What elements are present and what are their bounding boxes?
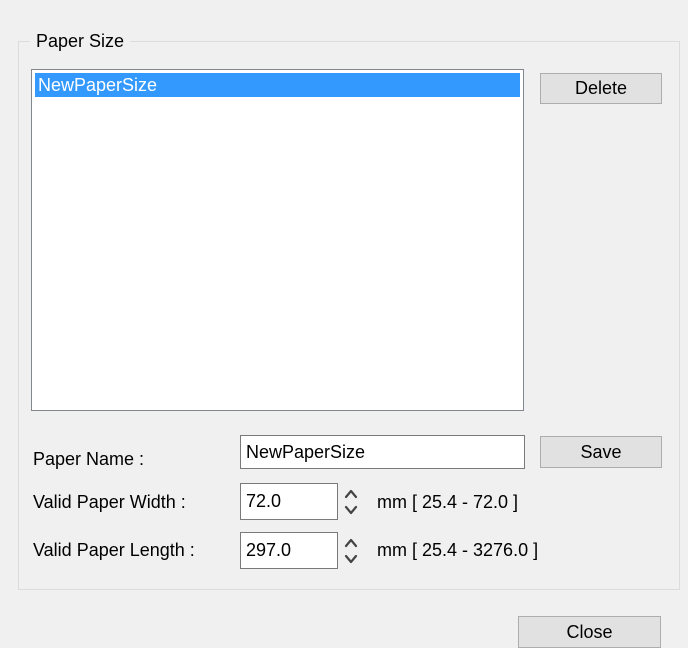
spin-down-icon[interactable] — [343, 551, 359, 567]
spin-down-icon[interactable] — [343, 502, 359, 518]
save-button[interactable]: Save — [540, 436, 662, 468]
close-button[interactable]: Close — [518, 616, 661, 648]
spin-up-icon[interactable] — [343, 535, 359, 551]
paper-size-group-title: Paper Size — [30, 31, 131, 51]
list-item[interactable]: NewPaperSize — [35, 73, 520, 97]
paper-width-range: mm [ 25.4 - 72.0 ] — [377, 492, 519, 512]
paper-size-list[interactable]: NewPaperSize — [31, 69, 524, 411]
paper-name-label: Paper Name : — [33, 449, 145, 469]
paper-name-input[interactable] — [240, 435, 525, 469]
paper-length-label: Valid Paper Length : — [33, 540, 195, 560]
paper-length-input[interactable] — [240, 532, 338, 569]
delete-button[interactable]: Delete — [540, 73, 662, 104]
paper-width-label: Valid Paper Width : — [33, 492, 186, 512]
paper-length-spinner — [343, 535, 359, 567]
paper-width-spinner — [343, 486, 359, 518]
paper-length-range: mm [ 25.4 - 3276.0 ] — [377, 540, 539, 560]
paper-width-input[interactable] — [240, 483, 338, 520]
spin-up-icon[interactable] — [343, 486, 359, 502]
